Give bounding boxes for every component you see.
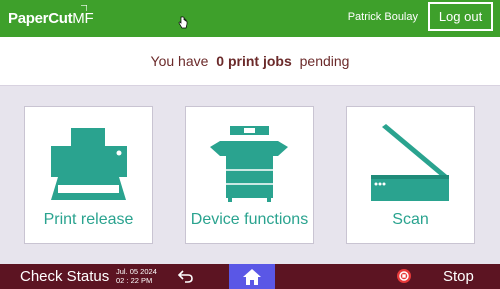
home-icon	[243, 268, 261, 285]
print-release-tile[interactable]: Print release	[24, 106, 153, 244]
tile-label: Scan	[392, 211, 429, 228]
main-panel: Print release Device functions Scan	[0, 86, 500, 264]
logo-mark-icon	[81, 5, 87, 11]
check-status-button[interactable]: Check Status	[20, 268, 109, 285]
stop-button[interactable]: Stop	[443, 268, 474, 285]
bottom-bar: Check Status Jul. 05 2024 02 : 22 PM Sto…	[0, 264, 500, 289]
time-text: 02 : 22 PM	[116, 276, 153, 285]
scan-tile[interactable]: Scan	[346, 106, 475, 244]
status-text-emphasis: 0 print jobs	[216, 53, 292, 69]
logo-suffix-text: MF	[72, 10, 94, 27]
date-time: Jul. 05 2024 02 : 22 PM	[116, 267, 157, 285]
papercut-logo: PaperCutMF	[8, 10, 94, 27]
logout-button[interactable]: Log out	[428, 2, 493, 31]
status-text-after: pending	[295, 53, 350, 69]
printer-icon	[51, 128, 127, 200]
print-jobs-status: You have 0 print jobs pending	[0, 37, 500, 86]
date-text: Jul. 05 2024	[116, 267, 157, 276]
home-button[interactable]	[229, 264, 275, 289]
device-functions-tile[interactable]: Device functions	[185, 106, 314, 244]
user-name: Patrick Boulay	[347, 11, 418, 23]
tile-label: Print release	[43, 211, 134, 228]
back-arrow-icon[interactable]	[176, 268, 196, 284]
stop-icon	[397, 269, 411, 283]
copier-icon	[210, 126, 288, 202]
logo-main-text: PaperCut	[8, 10, 73, 27]
scanner-icon	[371, 124, 449, 201]
tile-label: Device functions	[190, 211, 309, 228]
top-bar: PaperCutMF Patrick Boulay Log out	[0, 0, 500, 37]
status-text-before: You have	[150, 53, 213, 69]
hand-cursor-icon	[178, 16, 188, 29]
